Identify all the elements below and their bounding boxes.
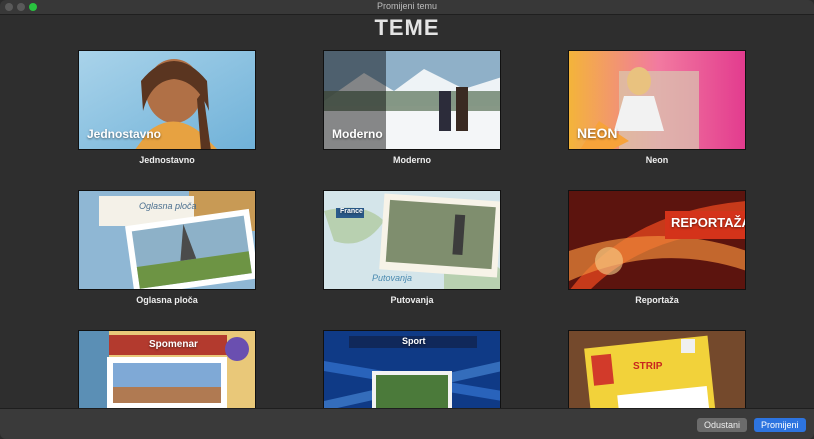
theme-name: Jednostavno: [139, 155, 195, 165]
cancel-button[interactable]: Odustani: [697, 418, 748, 432]
theme-tile-moderno[interactable]: Moderno Moderno: [323, 50, 501, 165]
page-title: TEME: [374, 15, 440, 40]
theme-picker-window: Promijeni temu TEME Jednostavno Jednosta…: [0, 0, 814, 439]
dialog-footer: Odustani Promijeni: [0, 408, 814, 439]
change-theme-button[interactable]: Promijeni: [754, 418, 806, 432]
theme-thumbnail-putovanja[interactable]: France Putovanja: [323, 190, 501, 290]
theme-name: Oglasna ploča: [136, 295, 198, 305]
theme-name: Neon: [645, 155, 669, 165]
theme-thumb-label: REPORTAŽA: [671, 215, 746, 230]
theme-tile-oglasna-ploca[interactable]: Oglasna ploča Oglasna ploča: [78, 190, 256, 305]
theme-tile-neon[interactable]: NEON Neon: [568, 50, 746, 165]
theme-thumb-label: Putovanja: [372, 273, 413, 283]
theme-thumbnail-neon[interactable]: NEON: [568, 50, 746, 150]
theme-thumbnail-moderno[interactable]: Moderno: [323, 50, 501, 150]
theme-tile-reportaza[interactable]: REPORTAŽA Reportaža: [568, 190, 746, 305]
photo-travel-map: [324, 191, 500, 289]
theme-tile-jednostavno[interactable]: Jednostavno Jednostavno: [78, 50, 256, 165]
theme-thumb-label: Jednostavno: [87, 127, 162, 141]
theme-thumbnail-jednostavno[interactable]: Jednostavno: [78, 50, 256, 150]
travel-tag: France: [340, 208, 363, 215]
theme-thumb-label: Spomenar: [149, 339, 198, 350]
theme-tile-putovanja[interactable]: France Putovanja Putovanja: [323, 190, 501, 305]
theme-thumb-label: Moderno: [332, 127, 383, 141]
theme-thumbnail-oglasna-ploca[interactable]: Oglasna ploča: [78, 190, 256, 290]
theme-thumb-label: NEON: [577, 125, 618, 141]
theme-thumb-label: Oglasna ploča: [139, 201, 197, 211]
theme-name: Moderno: [393, 155, 431, 165]
photo-news-swirl: [569, 191, 745, 289]
theme-thumb-label: Sport: [402, 336, 426, 346]
theme-name: Reportaža: [635, 295, 679, 305]
theme-grid: TEME Jednostavno Jednostavno Moderno Mod…: [0, 0, 814, 430]
theme-thumb-label: STRIP: [633, 361, 663, 372]
theme-name: Putovanja: [390, 295, 434, 305]
theme-thumbnail-reportaza[interactable]: REPORTAŽA: [568, 190, 746, 290]
